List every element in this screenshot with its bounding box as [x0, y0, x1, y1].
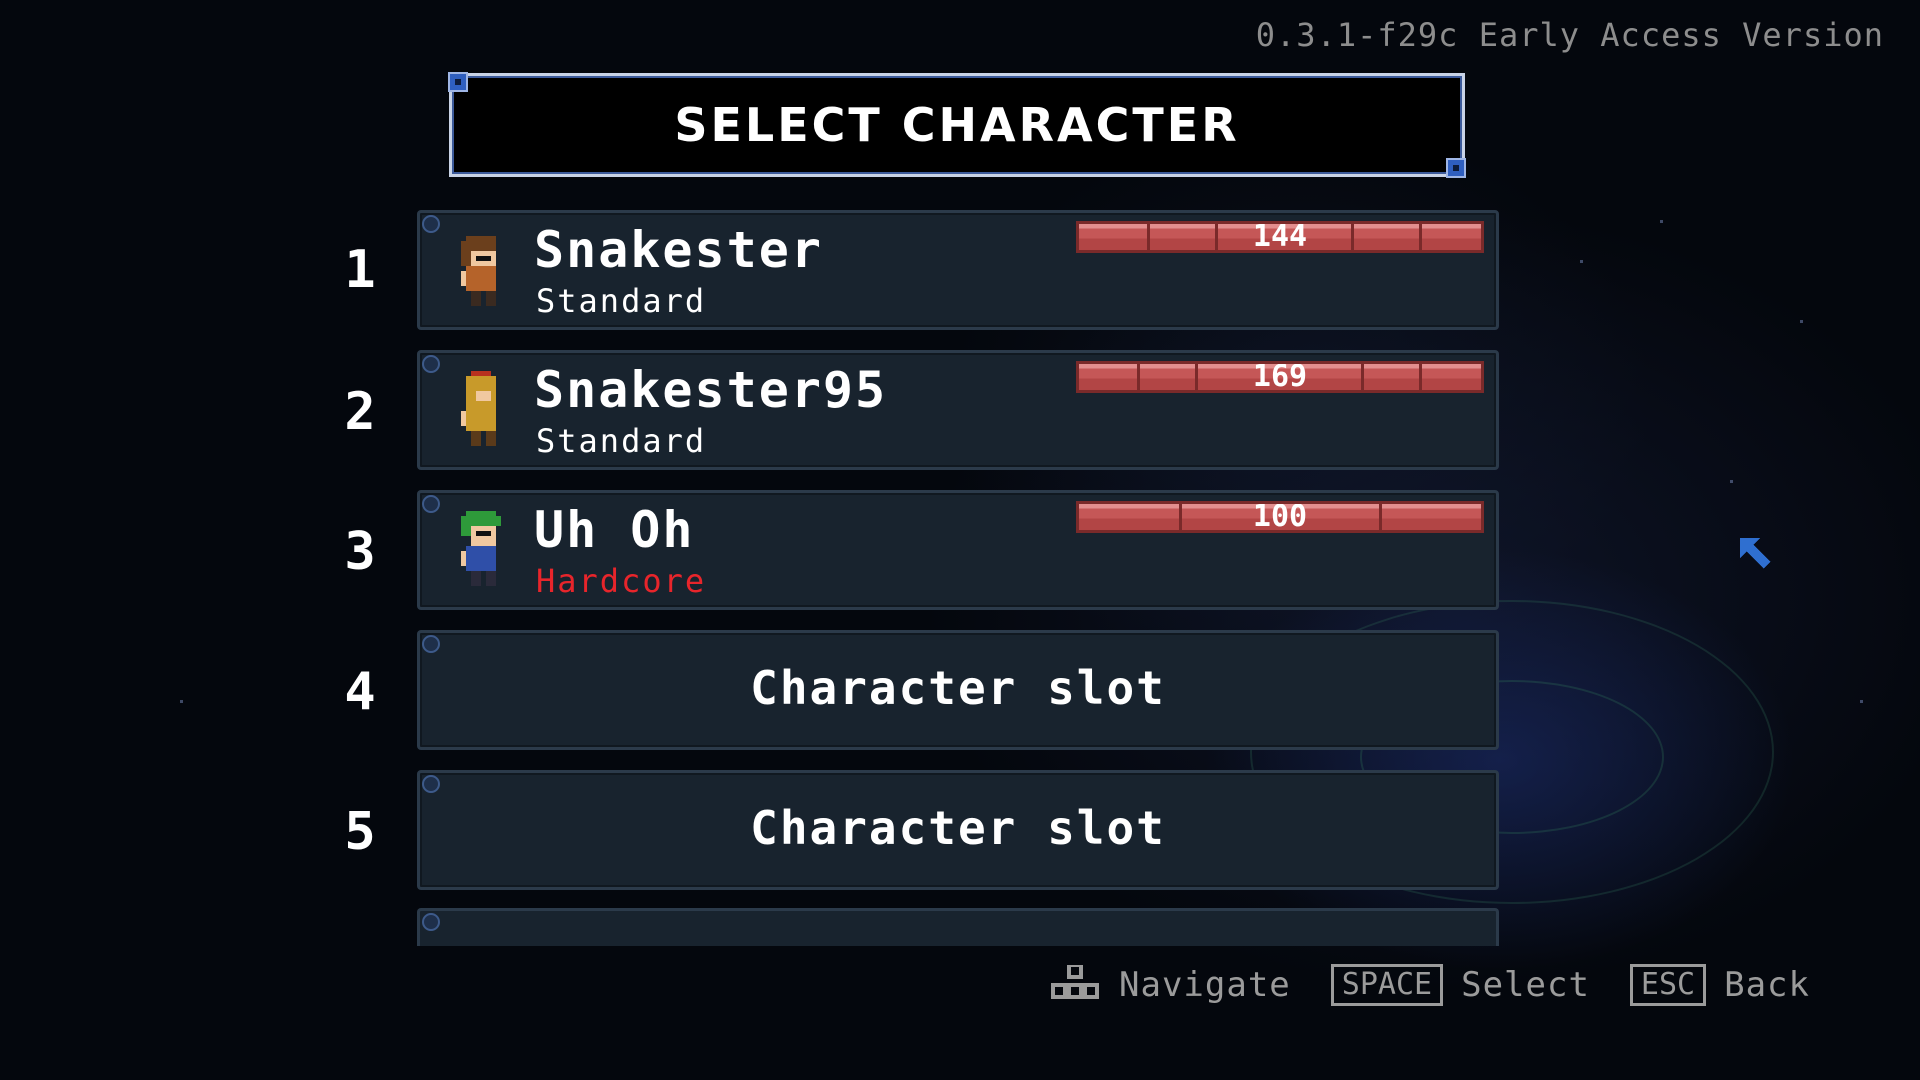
- character-name: Snakester: [534, 221, 823, 279]
- navigate-hint: Navigate: [1049, 965, 1291, 1005]
- empty-slot-label: Character slot: [750, 661, 1166, 715]
- empty-character-slot[interactable]: Character slot: [417, 630, 1499, 750]
- page-title: SELECT CHARACTER: [674, 98, 1240, 152]
- empty-character-slot[interactable]: Character slot: [417, 770, 1499, 890]
- character-card[interactable]: Snakester Standard 144: [417, 210, 1499, 330]
- character-mode: Hardcore: [536, 562, 707, 600]
- character-card[interactable]: Uh Oh Hardcore 100: [417, 490, 1499, 610]
- select-hint: SPACE Select: [1330, 964, 1590, 1006]
- empty-slot-label: Character slot: [750, 801, 1166, 855]
- back-label: Back: [1724, 965, 1810, 1005]
- hp-bar: 169: [1076, 361, 1484, 393]
- card-corner-icon: [422, 913, 440, 931]
- corner-ornament-icon: [1446, 158, 1466, 178]
- back-hint[interactable]: ESC Back: [1629, 964, 1810, 1006]
- title-banner: SELECT CHARACTER: [448, 72, 1466, 178]
- slot-number: 3: [344, 522, 376, 582]
- character-portrait-icon: [461, 511, 501, 586]
- mouse-cursor-icon: [1740, 538, 1771, 569]
- slot-number: 1: [344, 240, 376, 300]
- background-star: [1800, 320, 1803, 323]
- background-star: [1860, 700, 1863, 703]
- character-card[interactable]: Snakester95 Standard 169: [417, 350, 1499, 470]
- background-star: [1730, 480, 1733, 483]
- hp-value: 169: [1252, 361, 1308, 393]
- control-hints: Navigate SPACE Select ESC Back: [1049, 964, 1810, 1006]
- select-label: Select: [1461, 965, 1590, 1005]
- character-name: Uh Oh: [534, 501, 695, 559]
- background-star: [180, 700, 183, 703]
- version-label: 0.3.1-f29c Early Access Version: [1255, 16, 1884, 54]
- character-portrait-icon: [461, 236, 496, 306]
- character-slot-partial[interactable]: [417, 908, 1499, 946]
- slot-number: 2: [344, 382, 376, 442]
- card-corner-icon: [422, 355, 440, 373]
- card-corner-icon: [422, 215, 440, 233]
- character-name: Snakester95: [534, 361, 888, 419]
- game-screen: 0.3.1-f29c Early Access Version SELECT C…: [0, 0, 1920, 1080]
- hp-bar: 144: [1076, 221, 1484, 253]
- card-corner-icon: [422, 495, 440, 513]
- slot-number: 4: [344, 662, 376, 722]
- dpad-icon: [1051, 965, 1100, 999]
- background-star: [1580, 260, 1583, 263]
- hp-bar: 100: [1076, 501, 1484, 533]
- character-mode: Standard: [536, 422, 707, 460]
- background-star: [1660, 220, 1663, 223]
- esc-key: ESC: [1629, 964, 1707, 1006]
- card-corner-icon: [422, 775, 440, 793]
- character-portrait-icon: [461, 371, 496, 446]
- space-key: SPACE: [1330, 964, 1444, 1006]
- character-mode: Standard: [536, 282, 707, 320]
- hp-value: 100: [1252, 501, 1308, 533]
- slot-number: 5: [344, 802, 376, 862]
- navigate-label: Navigate: [1119, 965, 1291, 1005]
- hp-value: 144: [1252, 221, 1308, 253]
- corner-ornament-icon: [448, 72, 468, 92]
- card-corner-icon: [422, 635, 440, 653]
